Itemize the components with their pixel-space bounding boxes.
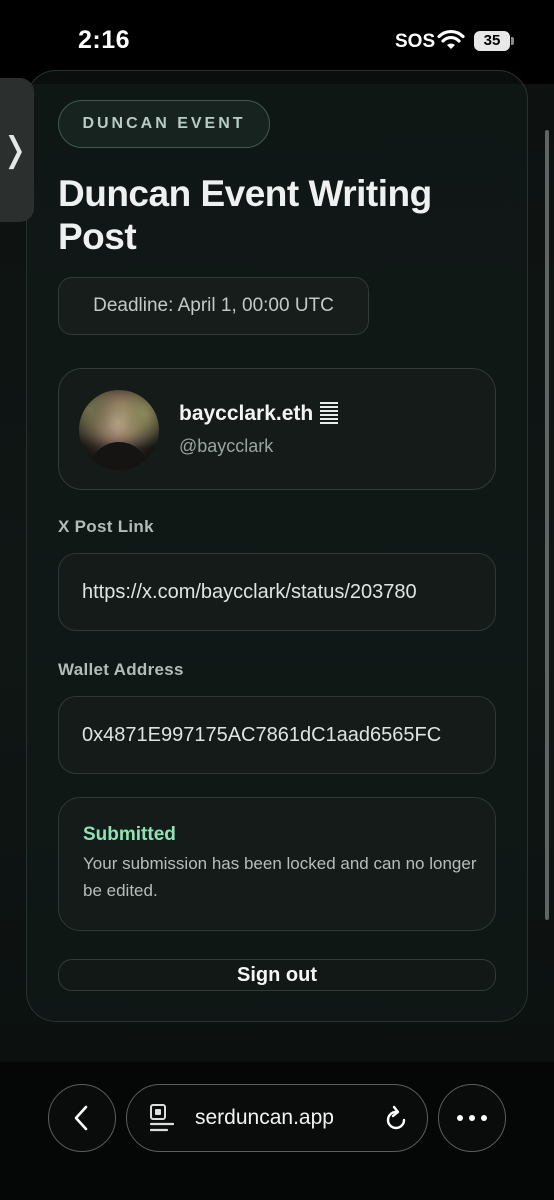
more-dots-icon	[457, 1115, 487, 1121]
wifi-icon	[437, 29, 465, 49]
submission-notice: Submitted Your submission has been locke…	[58, 797, 496, 931]
wallet-field[interactable]	[58, 696, 496, 774]
notice-title: Submitted	[83, 824, 176, 845]
profile-name: baycclark.eth	[179, 402, 314, 425]
battery-tip	[511, 37, 514, 45]
chevron-left-icon	[74, 1105, 88, 1131]
x-post-field[interactable]	[58, 553, 496, 631]
reload-icon[interactable]	[383, 1105, 409, 1133]
chevron-right-icon: ❭	[0, 131, 30, 169]
wallet-label: Wallet Address	[58, 660, 184, 679]
wallet-input[interactable]	[82, 697, 490, 773]
ens-lines-icon	[320, 402, 339, 424]
event-badge: DUNCAN EVENT	[58, 100, 270, 148]
notice-text: Your submission has been locked and can …	[83, 854, 477, 900]
deadline-badge: Deadline: April 1, 00:00 UTC	[58, 277, 369, 335]
profile-handle: @baycclark	[179, 436, 274, 456]
profile-name-row: baycclark.eth	[179, 401, 339, 427]
back-button[interactable]	[48, 1084, 116, 1152]
status-time: 2:16	[78, 26, 131, 54]
x-post-input[interactable]	[82, 554, 490, 630]
page-title: Duncan Event Writing Post	[58, 173, 432, 257]
avatar	[79, 390, 159, 470]
more-options-button[interactable]	[438, 1084, 506, 1152]
url-text: serduncan.app	[195, 1106, 334, 1129]
sign-out-button[interactable]: Sign out	[58, 959, 496, 991]
battery-indicator: 35	[474, 31, 510, 51]
sos-indicator: SOS	[395, 31, 436, 52]
side-panel-toggle[interactable]: ❭	[0, 78, 34, 222]
x-post-label: X Post Link	[58, 517, 154, 536]
profile-card: baycclark.eth @baycclark	[58, 368, 496, 490]
page-scrollbar[interactable]	[545, 130, 549, 920]
address-bar[interactable]: serduncan.app	[126, 1084, 428, 1152]
page-settings-icon	[149, 1104, 175, 1132]
